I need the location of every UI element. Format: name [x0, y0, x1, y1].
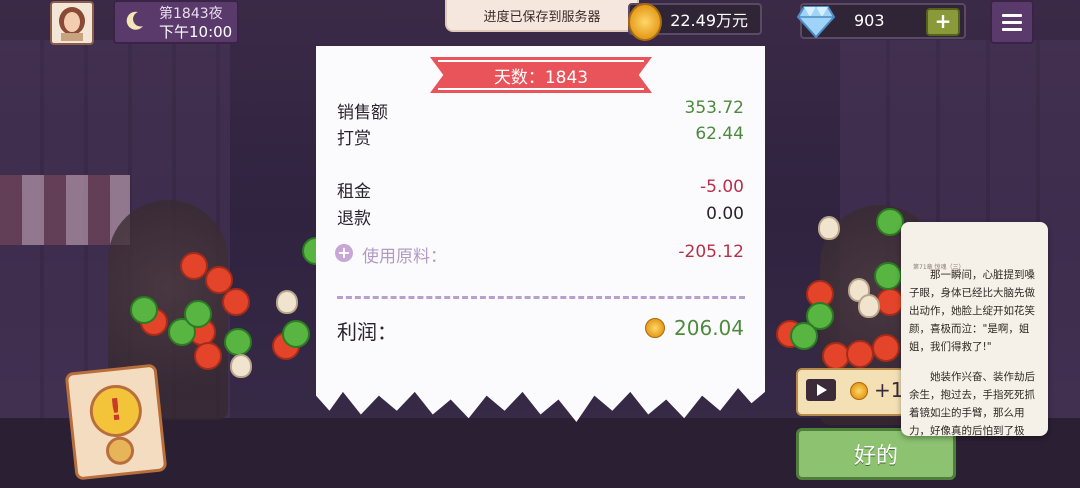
alert-icon: !	[87, 382, 145, 440]
time-label: 下午10:00	[159, 23, 233, 41]
pepper-icon	[874, 262, 902, 290]
day-ribbon: 天数：1843	[430, 57, 652, 93]
menu-button[interactable]	[990, 0, 1034, 44]
novel-reader-overlay[interactable]: 第71章 惊魂（三） 那一瞬间，心脏提到嗓子眼，身体已经比大脑先做出动作，她脸上…	[901, 222, 1048, 436]
watch-ad-button[interactable]: +10	[796, 368, 916, 416]
moon-icon	[126, 11, 143, 30]
pepper-icon	[184, 300, 212, 328]
garlic-icon	[230, 354, 252, 378]
sales-label: 销售额	[337, 103, 388, 123]
day-time-badge: 第1843夜 下午10:00	[113, 0, 239, 44]
rent-value: -5.00	[700, 177, 744, 197]
badge-dot	[104, 435, 136, 467]
money-counter: 22.49万元	[628, 3, 762, 41]
ingredients-value: -205.12	[678, 242, 744, 262]
refund-label: 退款	[337, 209, 371, 229]
pepper-icon	[790, 322, 818, 350]
gem-counter: 903 +	[796, 3, 966, 39]
avatar-portrait	[59, 7, 85, 41]
coin-icon	[645, 318, 665, 338]
coin-icon	[628, 3, 662, 41]
sales-value: 353.72	[684, 98, 744, 118]
coin-icon	[850, 382, 868, 400]
rent-label: 租金	[337, 182, 371, 202]
money-amount: 22.49万元	[670, 11, 748, 30]
plus-circle-icon[interactable]: +	[335, 244, 353, 262]
garlic-icon	[818, 216, 840, 240]
refund-value: 0.00	[706, 204, 744, 224]
garlic-icon	[276, 290, 298, 314]
add-gems-button[interactable]: +	[926, 8, 960, 36]
pepper-icon	[130, 296, 158, 324]
novel-paragraph: 那一瞬间，心脏提到嗓子眼，身体已经比大脑先做出动作，她脸上绽开如花笑颜，喜极而泣…	[909, 269, 1035, 353]
player-avatar[interactable]	[50, 1, 94, 45]
profit-label: 利润：	[337, 320, 397, 344]
tomato-icon	[872, 334, 900, 362]
novel-paragraph: 她装作兴奋、装作劫后余生，抱过去，手指死死抓着镜如尘的手臂，那么用力，好像真的后…	[909, 371, 1035, 436]
tomato-icon	[194, 342, 222, 370]
pepper-icon	[224, 328, 252, 356]
menu-icon-bar	[1002, 27, 1022, 31]
profit-value: 206.04	[674, 316, 744, 340]
pepper-icon	[876, 208, 904, 236]
pepper-icon	[282, 320, 310, 348]
tomato-icon	[222, 288, 250, 316]
day-ribbon-title: 天数：1843	[493, 67, 589, 88]
save-toast: 进度已保存到服务器	[445, 0, 639, 32]
gem-amount: 903	[854, 11, 885, 30]
tips-value: 62.44	[695, 124, 744, 144]
day-label: 第1843夜	[159, 6, 223, 22]
alert-card-button[interactable]: !	[64, 363, 168, 481]
ingredients-label[interactable]: 使用原料：	[362, 242, 447, 267]
tomato-icon	[846, 340, 874, 368]
menu-icon-bar	[1002, 13, 1022, 17]
garlic-icon	[858, 294, 880, 318]
divider	[337, 296, 745, 299]
tomato-icon	[876, 288, 904, 316]
tomato-icon	[180, 252, 208, 280]
shop-awning	[0, 175, 130, 245]
diamond-icon	[796, 6, 836, 39]
tips-label: 打赏	[337, 129, 371, 149]
menu-icon-bar	[1002, 20, 1022, 24]
novel-text: 那一瞬间，心脏提到嗓子眼，身体已经比大脑先做出动作，她脸上绽开如花笑颜，喜极而泣…	[909, 266, 1043, 436]
play-icon	[806, 379, 836, 401]
